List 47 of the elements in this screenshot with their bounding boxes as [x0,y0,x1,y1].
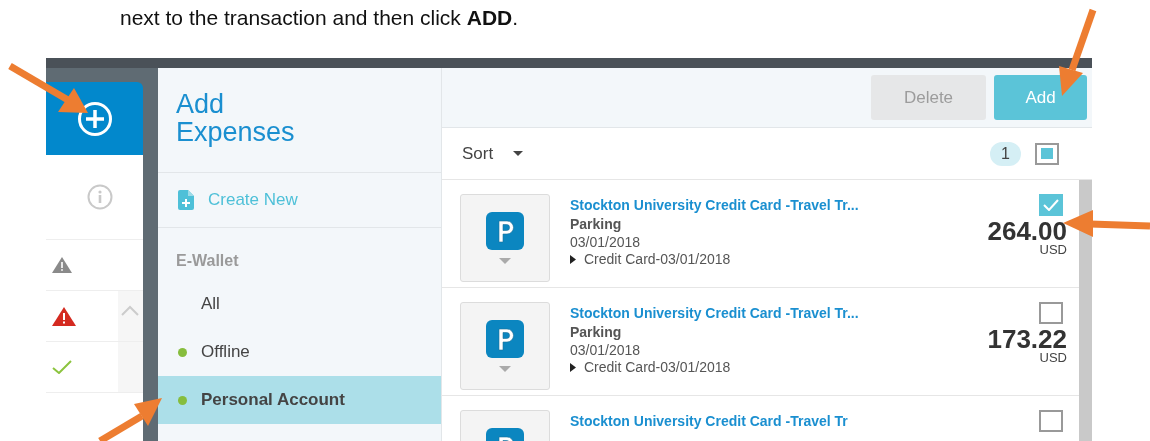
create-new-link[interactable]: Create New [208,190,298,210]
expense-title[interactable]: Stockton University Credit Card -Travel Tr [570,413,848,429]
wallet-item[interactable]: Personal Account [158,376,441,424]
toolbar-button[interactable]: Add [994,75,1087,120]
sort-dropdown[interactable]: Sort [462,143,524,164]
caret-down-icon[interactable] [513,151,524,156]
scrollbar[interactable] [1079,180,1092,441]
receipt-thumbnail[interactable] [460,302,550,390]
dropdown-caret-icon[interactable] [499,366,511,372]
expense-title[interactable]: Stockton University Credit Card -Travel Tr... [570,197,859,213]
expense-type: Parking [570,324,622,340]
select-all-checkbox[interactable] [1035,142,1059,165]
currency-label: USD [1039,352,1067,364]
currency-label: USD [1039,244,1067,256]
selected-count-badge: 1 [990,141,1021,166]
checkbox[interactable] [1039,194,1063,216]
instruction-text: next to the transaction and then click ADD. [120,6,519,30]
checkbox[interactable] [1039,410,1063,432]
panel-title: Add Expenses [158,68,441,173]
expand-caret-icon[interactable] [570,254,576,264]
info-icon [87,184,113,210]
add-tab[interactable] [46,82,143,155]
expense-amount: 173.22 [987,326,1067,352]
expense-title[interactable]: Stockton University Credit Card -Travel Tr... [570,305,859,321]
expense-type: Parking [570,216,622,232]
new-document-icon[interactable] [178,190,194,210]
checkmark-icon [52,360,72,374]
expense-date: 03/01/2018 [570,342,641,358]
parking-icon [486,212,524,250]
warning-icon [52,257,72,273]
wallet-item[interactable]: Offline [158,328,441,376]
payment-source: Credit Card-03/01/2018 [584,251,731,267]
add-circle-icon[interactable] [76,100,113,137]
receipt-thumbnail[interactable] [460,194,550,282]
checkbox[interactable] [1039,302,1063,324]
chevron-up-icon[interactable] [121,305,139,316]
expand-caret-icon[interactable] [570,362,576,372]
pointer-arrow [98,398,162,441]
warning-icon [52,306,76,326]
section-label: E-Wallet [176,252,239,270]
wallet-item[interactable]: All [158,280,441,328]
payment-source: Credit Card-03/01/2018 [584,359,731,375]
dropdown-caret-icon[interactable] [499,258,511,264]
parking-icon [486,320,524,358]
checkmark-icon [1043,199,1059,211]
expense-date: 03/01/2018 [570,234,641,250]
expense-amount: 264.00 [987,218,1067,244]
